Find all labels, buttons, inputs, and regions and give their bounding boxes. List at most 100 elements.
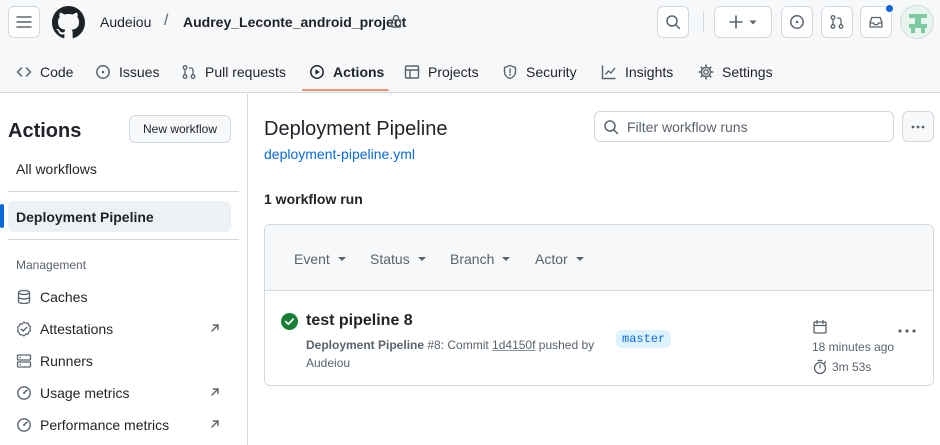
- event-filter-dropdown[interactable]: Event: [294, 251, 346, 267]
- run-meta: Deployment Pipeline #8: Commit 1d4150f p…: [306, 336, 596, 372]
- workflow-run-count: 1 workflow run: [264, 191, 363, 207]
- issue-opened-icon: [790, 15, 804, 29]
- workflow-file-link[interactable]: deployment-pipeline.yml: [264, 146, 415, 162]
- run-title-link[interactable]: test pipeline 8: [306, 312, 413, 330]
- header-divider: [703, 12, 704, 32]
- arrow-up-right-icon: [211, 420, 219, 428]
- tab-label: Settings: [722, 64, 773, 80]
- active-item-indicator: [0, 204, 4, 228]
- active-tab-indicator: [302, 89, 389, 91]
- code-icon: [16, 67, 32, 77]
- your-pull-requests-button[interactable]: [821, 6, 853, 38]
- status-filter-dropdown[interactable]: Status: [370, 251, 426, 267]
- branch-label[interactable]: master: [616, 330, 672, 348]
- sidebar-item-label: Caches: [40, 289, 88, 305]
- sidebar-item-label: Usage metrics: [40, 385, 130, 401]
- search-icon: [666, 15, 681, 30]
- search-icon: [604, 119, 619, 134]
- breadcrumb-separator: /: [164, 12, 169, 29]
- search-button[interactable]: [657, 6, 689, 38]
- create-new-button[interactable]: [714, 6, 772, 38]
- run-meta-text: pushed by: [535, 338, 595, 352]
- caret-down-icon: [502, 257, 511, 261]
- run-duration: 3m 53s: [832, 360, 872, 374]
- filter-input[interactable]: [627, 118, 877, 135]
- tab-label: Pull requests: [205, 64, 286, 80]
- dropdown-label: Status: [370, 251, 410, 267]
- run-options-icon[interactable]: [897, 327, 917, 335]
- your-issues-button[interactable]: [781, 6, 813, 38]
- management-heading: Management: [16, 258, 87, 272]
- sidebar-item-all-workflows[interactable]: All workflows: [8, 153, 231, 184]
- sidebar-item-usage-metrics[interactable]: Usage metrics: [8, 378, 231, 408]
- tab-issues[interactable]: Issues: [95, 52, 159, 92]
- sidebar-item-performance-metrics[interactable]: Performance metrics: [8, 410, 231, 440]
- sidebar-divider: [8, 239, 239, 240]
- tab-label: Actions: [333, 64, 385, 80]
- tab-settings[interactable]: Settings: [698, 52, 773, 92]
- dropdown-label: Actor: [535, 251, 568, 267]
- new-workflow-button[interactable]: New workflow: [129, 115, 231, 143]
- runs-filter-bar: Event Status Branch Actor: [265, 225, 933, 291]
- actor-filter-dropdown[interactable]: Actor: [535, 251, 584, 267]
- breadcrumb-owner[interactable]: Audeiou: [100, 14, 151, 30]
- table-icon: [404, 65, 420, 79]
- notification-indicator: [885, 4, 894, 13]
- server-icon: [16, 354, 32, 368]
- workflow-title: Deployment Pipeline: [264, 118, 448, 140]
- run-time-ago: 18 minutes ago: [812, 340, 895, 354]
- tab-insights[interactable]: Insights: [601, 52, 673, 92]
- tab-actions[interactable]: Actions: [309, 52, 384, 92]
- hamburger-icon: [16, 16, 32, 28]
- git-pull-request-icon: [830, 15, 844, 29]
- calendar-icon: [813, 319, 827, 334]
- run-timing: 18 minutes ago 3m 53s: [812, 317, 894, 377]
- workflow-run-row[interactable]: test pipeline 8 Deployment Pipeline #8: …: [265, 291, 933, 385]
- tab-label: Insights: [625, 64, 674, 80]
- branch-filter-dropdown[interactable]: Branch: [450, 251, 511, 267]
- github-logo-icon[interactable]: [52, 6, 85, 39]
- identicon-icon: [909, 14, 927, 33]
- workflow-runs-list: Event Status Branch Actor test pipeline …: [264, 224, 934, 386]
- lock-icon: [390, 14, 402, 28]
- stopwatch-icon: [813, 359, 827, 375]
- triangle-down-icon: [749, 20, 757, 25]
- sidebar-item-caches[interactable]: Caches: [8, 282, 231, 312]
- sidebar-divider: [8, 191, 239, 192]
- sidebar-item-label: Runners: [40, 353, 93, 369]
- run-actor[interactable]: Audeiou: [306, 356, 350, 370]
- dropdown-label: Branch: [450, 251, 495, 267]
- play-icon: [310, 65, 324, 79]
- kebab-horizontal-icon: [911, 125, 925, 128]
- commit-sha-link[interactable]: 1d4150f: [492, 338, 535, 352]
- tab-label: Security: [526, 64, 577, 80]
- graph-icon: [601, 65, 616, 80]
- verified-icon: [16, 321, 32, 337]
- inbox-icon: [869, 16, 883, 28]
- menu-button[interactable]: [8, 6, 40, 38]
- plus-icon: [729, 15, 743, 29]
- user-avatar[interactable]: [900, 5, 934, 39]
- tab-pull-requests[interactable]: Pull requests: [181, 52, 286, 92]
- arrow-up-right-icon: [211, 388, 219, 396]
- tab-projects[interactable]: Projects: [404, 52, 479, 92]
- meter-icon: [17, 386, 31, 400]
- tab-label: Projects: [428, 64, 479, 80]
- run-meta-text: #8: Commit: [424, 338, 493, 352]
- gear-icon: [698, 64, 714, 80]
- caret-down-icon: [575, 257, 584, 261]
- issue-opened-icon: [96, 65, 110, 79]
- more-options-button[interactable]: [902, 111, 934, 142]
- tab-code[interactable]: Code: [16, 52, 73, 92]
- sidebar-item-runners[interactable]: Runners: [8, 346, 231, 376]
- tab-security[interactable]: Security: [502, 52, 577, 92]
- database-icon: [17, 289, 31, 305]
- run-workflow-name: Deployment Pipeline: [306, 338, 425, 352]
- sidebar-item-deployment-pipeline[interactable]: Deployment Pipeline: [8, 201, 231, 232]
- git-pull-request-icon: [182, 65, 196, 79]
- filter-workflow-runs[interactable]: [594, 111, 894, 142]
- sidebar-item-attestations[interactable]: Attestations: [8, 314, 231, 344]
- sidebar-item-label: Attestations: [40, 321, 114, 337]
- shield-icon: [503, 64, 517, 80]
- breadcrumb-repo[interactable]: Audrey_Leconte_android_project: [183, 14, 406, 30]
